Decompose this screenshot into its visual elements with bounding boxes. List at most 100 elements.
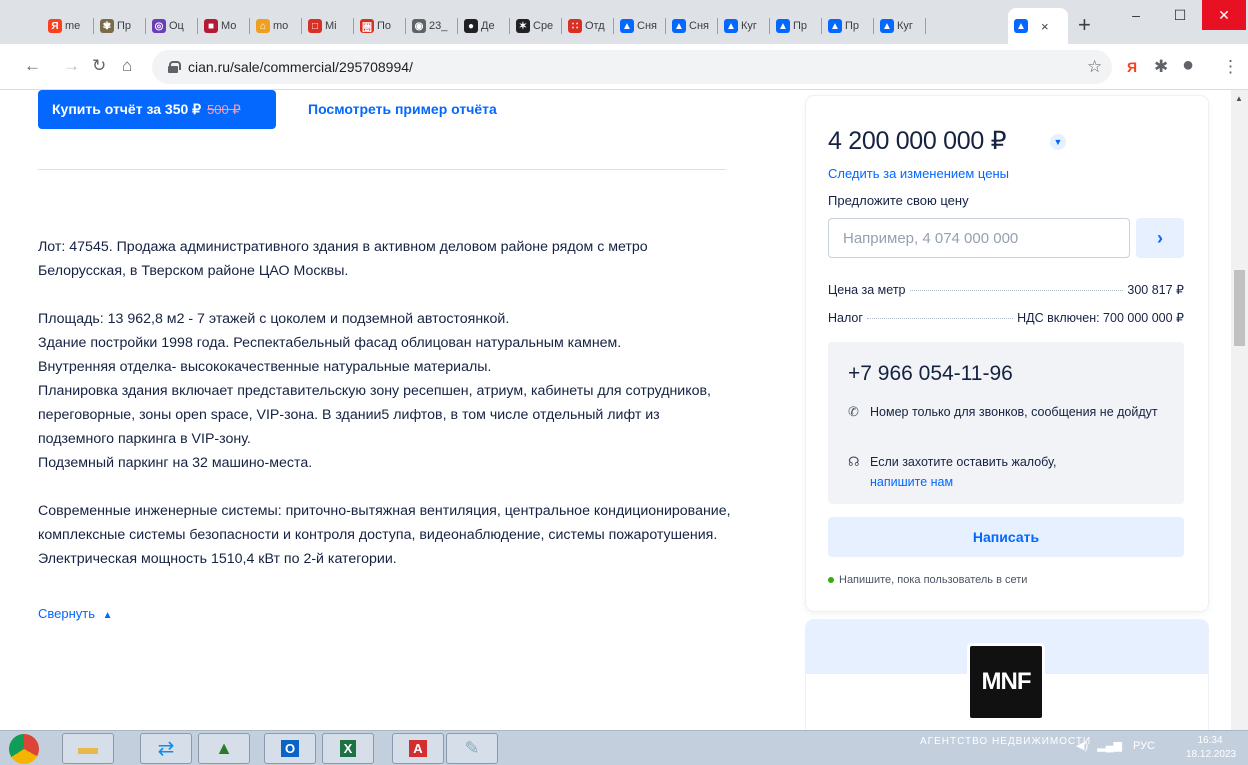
browser-tab[interactable]: ∷ Отд	[562, 8, 614, 44]
dotted-leader	[866, 318, 1014, 319]
minimize-button[interactable]: ‒	[1114, 0, 1158, 30]
forward-icon[interactable]: →	[63, 56, 80, 76]
browser-tab[interactable]: ▲ Пр	[822, 8, 874, 44]
tab-label: Сня	[637, 20, 657, 32]
tab-favicon-icon: ●	[464, 19, 478, 33]
clock-date: 18.12.2023	[1186, 749, 1237, 760]
browser-tab[interactable]: 圏 По	[354, 8, 406, 44]
tab-label: Пр	[845, 20, 860, 32]
close-tab-icon[interactable]: ×	[1041, 19, 1049, 34]
tab-label: По	[377, 20, 392, 32]
clock[interactable]: 16:34 18.12.2023	[1186, 734, 1237, 762]
extensions-icon[interactable]: ✱	[1154, 57, 1168, 77]
network-icon[interactable]: ▂▄▆	[1097, 740, 1122, 752]
submit-offer-button[interactable]: ›	[1136, 218, 1184, 258]
start-button[interactable]	[4, 733, 44, 764]
volume-icon[interactable]: ◀)	[1076, 740, 1088, 752]
agency-card: MNF	[806, 620, 1208, 730]
scroll-thumb[interactable]	[1234, 270, 1245, 346]
lock-icon	[168, 61, 181, 73]
yandex-extension-icon[interactable]: Я	[1127, 59, 1137, 75]
offer-price-label: Предложите свою цену	[828, 193, 969, 208]
tab-label: Пр	[117, 20, 132, 32]
taskbar-excel[interactable]: X	[322, 733, 374, 764]
browser-tab[interactable]: ■ Мо	[198, 8, 250, 44]
watch-price-link[interactable]: Следить за изменением цены	[828, 166, 1009, 181]
browser-tab[interactable]: ✶ Сре	[510, 8, 562, 44]
scroll-up-icon[interactable]: ▲	[1235, 94, 1243, 103]
browser-tab[interactable]: ▲ Сня	[666, 8, 718, 44]
phone-icon: ✆	[848, 404, 859, 419]
offer-price-input[interactable]	[828, 218, 1130, 258]
back-icon[interactable]: ←	[24, 56, 41, 76]
browser-tab[interactable]: ▲ Куг	[718, 8, 770, 44]
menu-icon[interactable]: ⋮	[1222, 57, 1239, 77]
phone-number[interactable]: +7 966 054-11-96	[848, 362, 1013, 386]
tab-favicon-icon: 圏	[360, 19, 374, 34]
chrome-taskbar-icon	[9, 733, 39, 764]
tab-favicon-icon: ◎	[152, 19, 166, 33]
tab-favicon-icon: ∷	[568, 19, 582, 33]
excel-icon: X	[339, 740, 357, 757]
home-icon[interactable]: ⌂	[122, 56, 132, 76]
browser-tab[interactable]: ▲ Пр	[770, 8, 822, 44]
calls-only-text: Номер только для звонков, сообщения не д…	[870, 405, 1158, 419]
calls-only-note: ✆ Номер только для звонков, сообщения не…	[848, 402, 1168, 422]
tax-label: Налог	[828, 311, 863, 325]
tab-favicon-icon: ◉	[412, 19, 426, 33]
chevron-up-icon: ▲	[102, 610, 113, 621]
taskbar-teamviewer[interactable]: ⇄	[140, 733, 192, 764]
browser-tab[interactable]: ⌂ mo	[250, 8, 302, 44]
address-bar[interactable]: cian.ru/sale/commercial/295708994/	[152, 50, 1112, 84]
browser-tab[interactable]: ◎ Оц	[146, 8, 198, 44]
chart-app-icon: ▲	[215, 738, 233, 758]
tab-label: Пр	[793, 20, 808, 32]
cian-favicon-icon: ▲	[1014, 19, 1028, 33]
tab-favicon-icon: ✶	[516, 19, 530, 33]
agency-logo[interactable]: MNF	[970, 646, 1042, 718]
taskbar-paint[interactable]: ✎	[446, 733, 498, 764]
taskbar-explorer[interactable]: ▬	[62, 733, 114, 764]
complaint-text: Если захотите оставить жалобу,	[870, 455, 1057, 469]
bookmark-star-icon[interactable]: ☆	[1087, 57, 1102, 77]
tab-active[interactable]: ▲ ×	[1008, 8, 1068, 44]
buy-report-button[interactable]: Купить отчёт за 350 ₽ 500 ₽	[38, 90, 276, 129]
tab-favicon-icon: ▲	[724, 19, 738, 33]
page-scrollbar[interactable]: ▲	[1231, 90, 1248, 730]
browser-tab[interactable]: ▲ Сня	[614, 8, 666, 44]
paint-icon: ✎	[464, 738, 480, 758]
taskbar-outlook[interactable]: O	[264, 733, 316, 764]
browser-tab[interactable]: Яme	[42, 8, 94, 44]
browser-tab[interactable]: ✾ Пр	[94, 8, 146, 44]
maximize-button[interactable]: ☐	[1158, 0, 1202, 30]
tab-favicon-icon: ▲	[620, 19, 634, 33]
online-text: Напишите, пока пользователь в сети	[839, 574, 1028, 586]
sample-report-link[interactable]: Посмотреть пример отчёта	[308, 101, 497, 117]
online-dot-icon	[828, 577, 834, 583]
description-line: Планировка здания включает представитель…	[38, 383, 711, 447]
chevron-down-icon[interactable]: ▼	[1050, 134, 1066, 150]
tax-value: НДС включен: 700 000 000 ₽	[1017, 311, 1184, 325]
price-per-meter-value: 300 817 ₽	[1127, 283, 1184, 297]
reload-icon[interactable]: ↻	[92, 56, 106, 76]
complaint-link[interactable]: напишите нам	[870, 475, 953, 489]
tab-label: 23_	[429, 20, 448, 32]
browser-tab[interactable]: □ Mi	[302, 8, 354, 44]
browser-tab[interactable]: ● Де	[458, 8, 510, 44]
collapse-link[interactable]: Свернуть ▲	[38, 606, 113, 621]
language-indicator[interactable]: РУС	[1133, 740, 1155, 752]
close-window-button[interactable]: ✕	[1202, 0, 1246, 30]
description-paragraph: Площадь: 13 962,8 м2 - 7 этажей с цоколе…	[38, 307, 738, 475]
taskbar-acrobat[interactable]: A	[392, 733, 444, 764]
taskbar-app[interactable]: ▲	[198, 733, 250, 764]
dotted-leader	[909, 290, 1124, 291]
price-per-meter-label: Цена за метр	[828, 283, 906, 297]
browser-tab[interactable]: ▲ Куг	[874, 8, 926, 44]
browser-toolbar: ← → ↻ ⌂ cian.ru/sale/commercial/29570899…	[0, 44, 1248, 90]
browser-tab[interactable]: ◉ 23_	[406, 8, 458, 44]
profile-icon[interactable]: ●	[1182, 54, 1194, 77]
teamviewer-icon: ⇄	[157, 738, 175, 760]
new-tab-button[interactable]: +	[1078, 14, 1091, 36]
write-message-button[interactable]: Написать	[828, 517, 1184, 557]
tab-favicon-icon: ▲	[672, 19, 686, 33]
